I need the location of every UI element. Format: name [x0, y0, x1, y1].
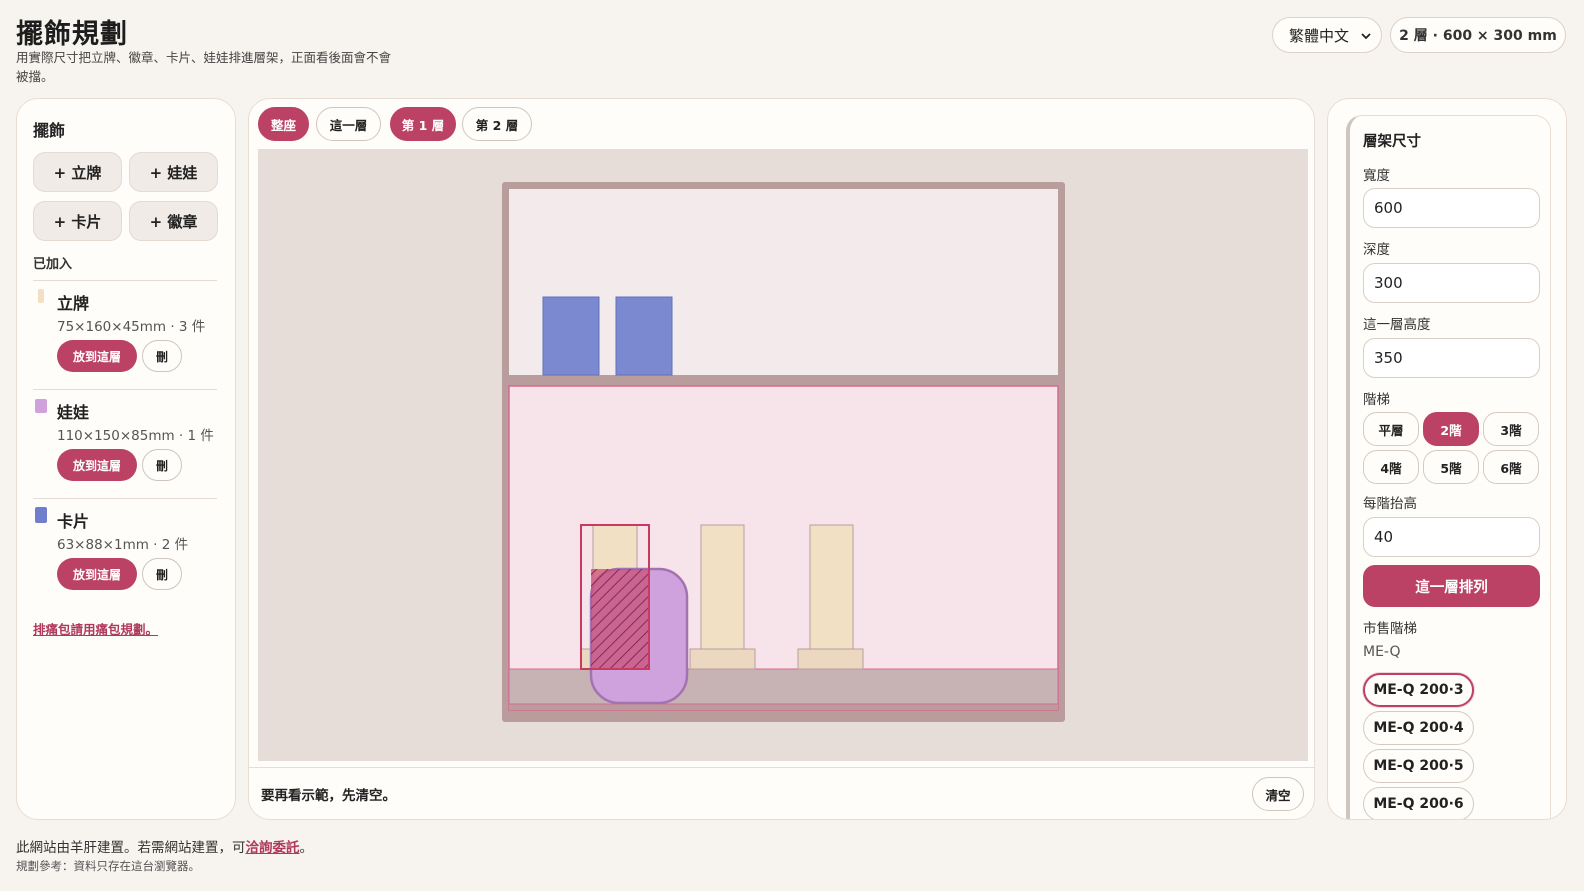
added-label: 已加入: [33, 257, 73, 272]
place-doll-button[interactable]: 放到這層: [57, 449, 137, 481]
tab-whole-shelf[interactable]: 整座: [258, 107, 309, 141]
model-200-3-button[interactable]: ME-Q 200·3: [1363, 673, 1474, 707]
divider: [33, 280, 217, 281]
place-standee-button[interactable]: 放到這層: [57, 340, 137, 372]
footer-end: 。: [299, 840, 314, 856]
divider: [33, 498, 217, 499]
item-meta: 75×160×45mm · 3 件: [57, 319, 206, 335]
page-title: 擺飾規劃: [16, 19, 128, 50]
rise-label: 每階抬高: [1363, 496, 1417, 512]
card-item[interactable]: [542, 296, 600, 376]
divider: [33, 389, 217, 390]
step-5-button[interactable]: 5階: [1423, 450, 1479, 484]
shelf-preview-panel: 整座 這一層 第 1 層 第 2 層 要再看示範，先清空。 清空: [248, 98, 1315, 820]
standee-base: [689, 648, 756, 670]
site-footer: 此網站由羊肝建置。若需網站建置，可洽詢委託。: [16, 836, 313, 856]
demo-message: 要再看示範，先清空。: [261, 788, 396, 804]
tab-layer-1[interactable]: 第 1 層: [390, 107, 456, 141]
item-name: 娃娃: [57, 403, 90, 422]
clear-button[interactable]: 清空: [1252, 777, 1304, 811]
language-select-value: 繁體中文: [1289, 26, 1350, 45]
standee-item[interactable]: [809, 524, 854, 650]
commission-link[interactable]: 洽詢委託: [246, 840, 300, 856]
add-standee-button[interactable]: + 立牌: [33, 152, 122, 192]
depth-label: 深度: [1363, 242, 1390, 258]
step-2-button[interactable]: 2階: [1423, 412, 1479, 446]
delete-standee-button[interactable]: 刪: [142, 340, 182, 372]
tab-layer-2[interactable]: 第 2 層: [462, 107, 532, 141]
standee-base: [797, 648, 864, 670]
layer-height-input[interactable]: 350: [1363, 338, 1540, 378]
arrange-layer-button[interactable]: 這一層排列: [1363, 565, 1540, 607]
preview-footer: 要再看示範，先清空。 清空: [249, 767, 1314, 819]
delete-doll-button[interactable]: 刪: [142, 449, 182, 481]
bottom-board: [509, 704, 1058, 710]
chevron-down-icon: [1361, 26, 1371, 44]
doll-swatch-icon: [35, 399, 47, 413]
card-item[interactable]: [615, 296, 673, 376]
model-200-5-button[interactable]: ME-Q 200·5: [1363, 749, 1474, 783]
middle-shelf-board: [502, 375, 1065, 386]
item-meta: 110×150×85mm · 1 件: [57, 428, 214, 444]
item-meta: 63×88×1mm · 2 件: [57, 537, 189, 553]
shelf-canvas[interactable]: [258, 149, 1308, 761]
shelf-settings-panel: 層架尺寸 寬度 600 深度 300 這一層高度 350 階梯 平層 2階 3階…: [1327, 98, 1567, 820]
card-swatch-icon: [35, 507, 47, 523]
item-name: 立牌: [57, 294, 90, 313]
step-3-button[interactable]: 3階: [1483, 412, 1539, 446]
layer-height-label: 這一層高度: [1363, 317, 1431, 333]
rise-input[interactable]: 40: [1363, 517, 1540, 557]
step-4-button[interactable]: 4階: [1363, 450, 1419, 484]
standee-swatch-icon: [38, 289, 44, 303]
step-flat-button[interactable]: 平層: [1363, 412, 1419, 446]
decorations-heading: 擺飾: [33, 121, 66, 140]
step-6-button[interactable]: 6階: [1483, 450, 1539, 484]
model-200-6-button[interactable]: ME-Q 200·6: [1363, 787, 1474, 819]
shelf-drawing: [502, 182, 1065, 722]
width-label: 寬度: [1363, 168, 1390, 184]
shelf-size-section: 層架尺寸 寬度 600 深度 300 這一層高度 350 階梯 平層 2階 3階…: [1346, 115, 1551, 819]
pain-bag-planner-link[interactable]: 排痛包請用痛包規劃。: [33, 619, 158, 638]
footer-text: 此網站由羊肝建置。若需網站建置，可: [16, 840, 246, 856]
add-badge-button[interactable]: + 徽章: [129, 201, 218, 241]
shelf-size-heading: 層架尺寸: [1363, 134, 1421, 150]
steps-label: 階梯: [1363, 392, 1390, 408]
shelf-dimensions-badge: 2 層 · 600 × 300 mm: [1390, 17, 1566, 53]
place-card-button[interactable]: 放到這層: [57, 558, 137, 590]
delete-card-button[interactable]: 刪: [142, 558, 182, 590]
add-card-button[interactable]: + 卡片: [33, 201, 122, 241]
depth-input[interactable]: 300: [1363, 263, 1540, 303]
retail-steps-label: 市售階梯: [1363, 621, 1417, 637]
add-doll-button[interactable]: + 娃娃: [129, 152, 218, 192]
language-select[interactable]: 繁體中文: [1272, 17, 1382, 53]
tab-this-layer[interactable]: 這一層: [316, 107, 381, 141]
standee-item[interactable]: [700, 524, 745, 650]
overlap-warning: [591, 569, 649, 669]
model-200-4-button[interactable]: ME-Q 200·4: [1363, 711, 1474, 745]
width-input[interactable]: 600: [1363, 188, 1540, 228]
decorations-panel: 擺飾 + 立牌 + 娃娃 + 卡片 + 徽章 已加入 立牌 75×160×45m…: [16, 98, 236, 820]
brand-label: ME-Q: [1363, 644, 1401, 660]
page-subtitle: 用實際尺寸把立牌、徽章、卡片、娃娃排進層架，正面看後面會不會被擋。: [16, 50, 392, 84]
item-name: 卡片: [57, 512, 90, 531]
storage-note: 規劃參考：資料只存在這台瀏覽器。: [16, 859, 200, 873]
